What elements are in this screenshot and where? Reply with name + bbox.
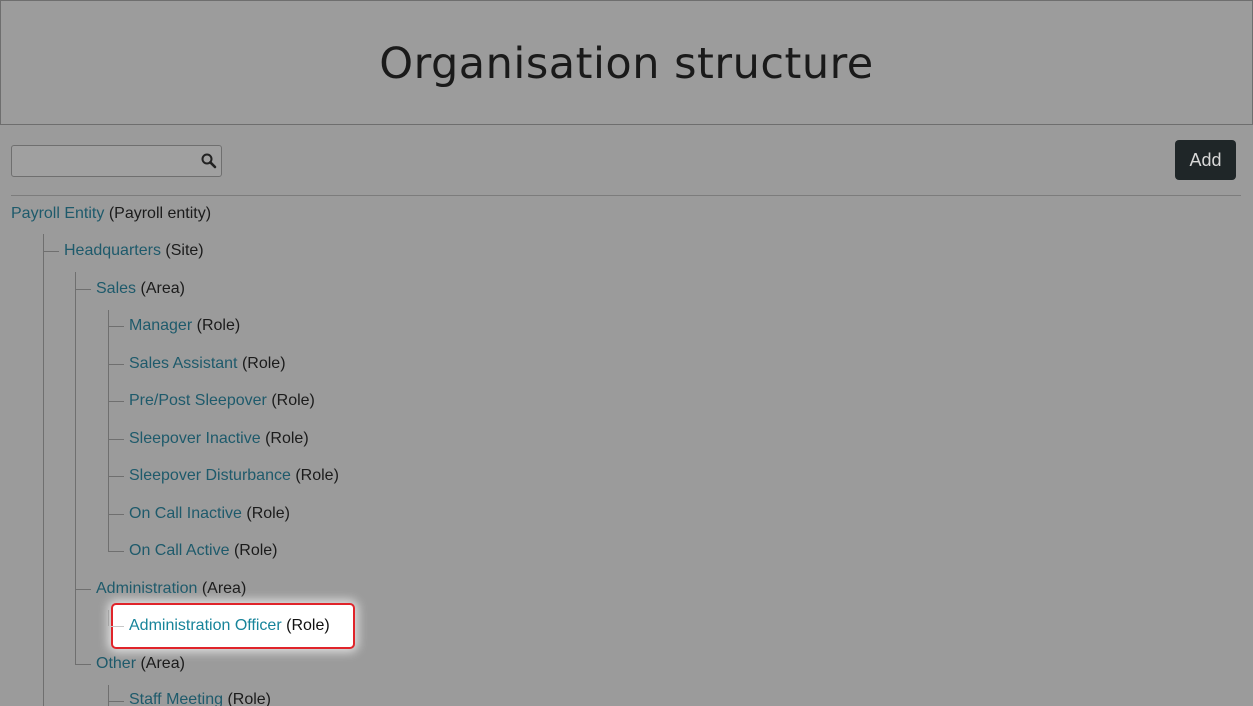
tree-node-role: Pre/Post Sleepover (Role) <box>129 391 315 411</box>
tree-connector <box>108 439 124 440</box>
tree-connector <box>43 251 59 252</box>
tree-node-link[interactable]: Administration Officer <box>129 617 282 634</box>
tree-node-role: On Call Active (Role) <box>129 541 278 561</box>
tree-node-link[interactable]: Other <box>96 655 136 672</box>
tree-connector <box>43 234 44 706</box>
tree-node-role: Staff Meeting (Role) <box>129 690 271 706</box>
tree-node-link[interactable]: Manager <box>129 317 192 334</box>
tree-node-link[interactable]: Payroll Entity <box>11 205 104 222</box>
add-button[interactable]: Add <box>1175 140 1236 180</box>
tree-node-payroll-entity: Payroll Entity (Payroll entity) <box>11 204 211 224</box>
tree-node-type: (Area) <box>140 280 185 297</box>
tree-node-role: Sales Assistant (Role) <box>129 354 286 374</box>
tree-node-other: Other (Area) <box>96 654 185 674</box>
tree-node-role-highlighted: Administration Officer (Role) <box>129 616 330 636</box>
tree-node-role: On Call Inactive (Role) <box>129 504 290 524</box>
page-title: Organisation structure <box>379 39 874 89</box>
tree-node-link[interactable]: On Call Active <box>129 542 229 559</box>
tree-connector <box>108 610 109 626</box>
tree-node-link[interactable]: Staff Meeting <box>129 691 223 706</box>
tree-connector <box>108 326 124 327</box>
tree-node-type: (Role) <box>233 542 278 559</box>
tree-connector <box>75 272 76 664</box>
tree-connector <box>108 476 124 477</box>
search-icon[interactable] <box>200 152 218 170</box>
tree-node-role: Sleepover Inactive (Role) <box>129 429 309 449</box>
tree-node-type: (Role) <box>265 430 309 447</box>
tree-connector <box>108 514 124 515</box>
divider <box>11 195 1241 196</box>
tree-node-link[interactable]: Administration <box>96 580 197 597</box>
page: Organisation structure Add Payroll Entit… <box>0 0 1253 706</box>
tree-connector <box>108 401 124 402</box>
tree-node-sales: Sales (Area) <box>96 279 185 299</box>
tree-node-type: (Role) <box>196 317 241 334</box>
tree-node-link[interactable]: Headquarters <box>64 242 161 259</box>
tree-connector <box>108 701 124 702</box>
tree-connector <box>110 626 124 627</box>
search-box[interactable] <box>11 145 222 177</box>
tree-node-role: Manager (Role) <box>129 316 240 336</box>
tree-connector <box>108 685 109 706</box>
tree-node-link[interactable]: Pre/Post Sleepover <box>129 392 267 409</box>
search-input[interactable] <box>12 146 204 174</box>
tree-node-type: (Role) <box>295 467 339 484</box>
tree-node-link[interactable]: Sleepover Disturbance <box>129 467 291 484</box>
tree-node-headquarters: Headquarters (Site) <box>64 241 204 261</box>
tree-node-role: Sleepover Disturbance (Role) <box>129 466 339 486</box>
tree-node-type: (Payroll entity) <box>108 205 212 222</box>
tree-node-type: (Role) <box>286 617 330 634</box>
tree-node-type: (Site) <box>165 242 204 259</box>
tree-node-link[interactable]: Sleepover Inactive <box>129 430 261 447</box>
tree-node-link[interactable]: Sales <box>96 280 136 297</box>
tree-node-type: (Role) <box>271 392 315 409</box>
tree-connector <box>75 589 91 590</box>
tree-connector <box>108 364 124 365</box>
tree-connector <box>108 551 124 552</box>
tree-node-type: (Role) <box>227 691 271 706</box>
tree-connector <box>75 289 91 290</box>
tree-node-link[interactable]: On Call Inactive <box>129 505 242 522</box>
tree-node-administration: Administration (Area) <box>96 579 246 599</box>
page-header: Organisation structure <box>0 0 1253 125</box>
tree-node-type: (Role) <box>241 355 286 372</box>
tree-node-link[interactable]: Sales Assistant <box>129 355 238 372</box>
tree-node-type: (Area) <box>140 655 185 672</box>
tree-node-type: (Area) <box>201 580 247 597</box>
tree-connector <box>75 664 91 665</box>
tree-node-type: (Role) <box>246 505 290 522</box>
